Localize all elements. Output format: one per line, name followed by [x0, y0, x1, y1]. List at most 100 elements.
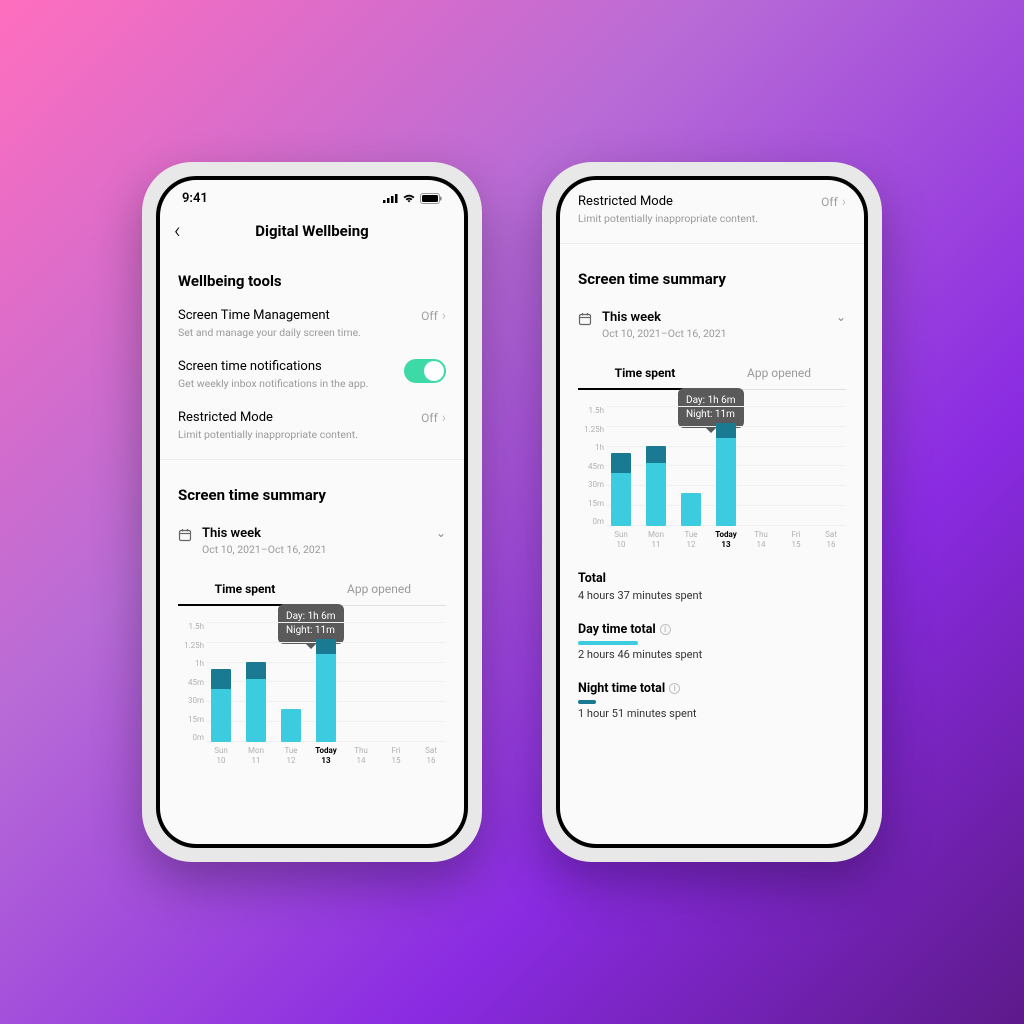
x-tick: Thu14 [750, 530, 772, 549]
tab-time-spent[interactable]: Time spent [178, 574, 312, 606]
back-icon[interactable]: ‹ [174, 219, 181, 244]
x-tick: Fri15 [785, 530, 807, 549]
bar-slot[interactable] [210, 622, 232, 742]
chart-time-spent: Day: 1h 6m Night: 11m 1.5h1.25h1h45m30m1… [160, 606, 464, 773]
bar-segment-day [646, 463, 666, 526]
setting-restricted-mode[interactable]: Restricted Mode Limit potentially inappr… [560, 180, 864, 235]
chevron-right-icon: › [442, 308, 446, 324]
x-tick: Tue12 [280, 746, 302, 765]
bar-segment-day [611, 473, 631, 526]
y-axis-labels: 1.5h1.25h1h45m30m15m0m [578, 406, 604, 526]
x-tick: Tue12 [680, 530, 702, 549]
bar-segment-night [611, 453, 631, 473]
bar-slot[interactable] [315, 622, 337, 742]
bar-slot[interactable] [610, 406, 632, 526]
chart-tabs: Time spent App opened [178, 574, 446, 606]
bar-segment-night [646, 446, 666, 463]
bar-segment-day [211, 689, 231, 742]
info-icon[interactable]: i [660, 624, 671, 635]
y-tick: 1.25h [578, 425, 604, 434]
phone-bezel: 9:41 ‹ Digital Wellbeing Wellbeing tools… [156, 176, 468, 848]
status-icons [383, 193, 442, 204]
phone-frame-right: Restricted Mode Limit potentially inappr… [542, 162, 882, 862]
tab-app-opened[interactable]: App opened [312, 574, 446, 606]
total-label: Total [578, 571, 846, 586]
setting-desc: Limit potentially inappropriate content. [578, 212, 821, 225]
period-selector[interactable]: This week Oct 10, 2021–Oct 16, 2021 ⌄ [160, 512, 464, 560]
chevron-right-icon: › [842, 194, 846, 210]
x-tick: Today13 [715, 530, 737, 549]
chart-grid: 1.5h1.25h1h45m30m15m0m [606, 406, 846, 526]
battery-icon [420, 193, 442, 204]
night-total-bar [578, 700, 596, 704]
bar-slot[interactable] [820, 406, 842, 526]
bar [316, 639, 336, 742]
bar-slot[interactable] [280, 622, 302, 742]
y-tick: 0m [178, 733, 204, 742]
bar-slot[interactable] [715, 406, 737, 526]
period-label: This week [602, 310, 826, 325]
setting-screen-time-management[interactable]: Screen Time Management Set and manage yo… [160, 298, 464, 349]
header: ‹ Digital Wellbeing [160, 216, 464, 254]
divider [160, 459, 464, 460]
x-tick: Sun10 [610, 530, 632, 549]
total-value: 4 hours 37 minutes spent [578, 589, 846, 602]
day-total-value: 2 hours 46 minutes spent [578, 648, 846, 661]
bar-segment-night [716, 423, 736, 438]
y-tick: 15m [578, 499, 604, 508]
y-tick: 1.5h [178, 622, 204, 631]
setting-label: Screen Time Management [178, 308, 421, 323]
tab-app-opened[interactable]: App opened [712, 358, 846, 390]
toggle-on[interactable] [404, 359, 446, 383]
bar-slot[interactable] [750, 406, 772, 526]
chevron-down-icon: ⌄ [436, 526, 446, 540]
x-tick: Thu14 [350, 746, 372, 765]
summary-day-total: Day time total i 2 hours 46 minutes spen… [560, 608, 864, 667]
bar-slot[interactable] [680, 406, 702, 526]
chevron-right-icon: › [442, 410, 446, 426]
bar-segment-day [681, 493, 701, 526]
bar [716, 423, 736, 526]
summary-night-total: Night time total i 1 hour 51 minutes spe… [560, 667, 864, 726]
period-range: Oct 10, 2021–Oct 16, 2021 [602, 327, 826, 340]
bar [681, 493, 701, 526]
y-tick: 30m [178, 696, 204, 705]
section-title-summary: Screen time summary [560, 252, 864, 296]
tab-time-spent[interactable]: Time spent [578, 358, 712, 390]
signal-icon [383, 193, 398, 203]
setting-restricted-mode[interactable]: Restricted Mode Limit potentially inappr… [160, 400, 464, 451]
bar-segment-night [246, 662, 266, 679]
screen-right: Restricted Mode Limit potentially inappr… [560, 180, 864, 844]
info-icon[interactable]: i [669, 683, 680, 694]
summary-total: Total 4 hours 37 minutes spent [560, 557, 864, 608]
period-range: Oct 10, 2021–Oct 16, 2021 [202, 543, 426, 556]
setting-value: Off [421, 309, 438, 323]
setting-value: Off [421, 411, 438, 425]
divider [560, 243, 864, 244]
bar-slot[interactable] [785, 406, 807, 526]
y-tick: 45m [578, 462, 604, 471]
bar-slot[interactable] [645, 406, 667, 526]
section-title-summary: Screen time summary [160, 468, 464, 512]
calendar-icon [578, 311, 592, 330]
wifi-icon [402, 193, 416, 203]
day-total-bar [578, 641, 638, 645]
bar [646, 446, 666, 526]
x-tick: Sat16 [820, 530, 842, 549]
bar-slot[interactable] [420, 622, 442, 742]
calendar-icon [178, 527, 192, 546]
setting-screen-time-notifications[interactable]: Screen time notifications Get weekly inb… [160, 349, 464, 400]
bar-slot[interactable] [350, 622, 372, 742]
bar-slot[interactable] [385, 622, 407, 742]
screen-left: 9:41 ‹ Digital Wellbeing Wellbeing tools… [160, 180, 464, 844]
setting-value: Off [821, 195, 838, 209]
bar-segment-day [716, 438, 736, 526]
setting-desc: Set and manage your daily screen time. [178, 326, 421, 339]
period-selector[interactable]: This week Oct 10, 2021–Oct 16, 2021 ⌄ [560, 296, 864, 344]
bar-segment-night [316, 639, 336, 654]
bar-slot[interactable] [245, 622, 267, 742]
bar-segment-day [316, 654, 336, 742]
period-label: This week [202, 526, 426, 541]
y-tick: 15m [178, 715, 204, 724]
bar [611, 453, 631, 526]
